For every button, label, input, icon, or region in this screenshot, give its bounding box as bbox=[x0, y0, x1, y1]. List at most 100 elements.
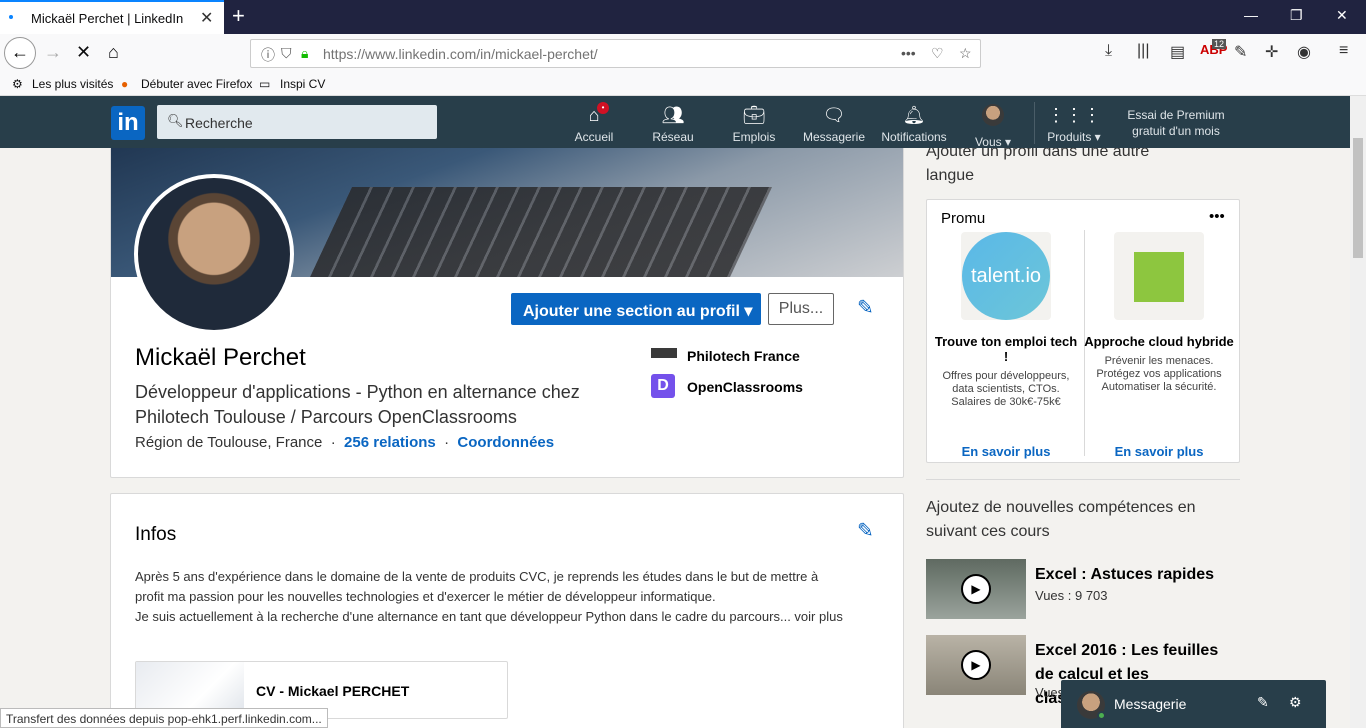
page-actions-icon[interactable]: ••• bbox=[901, 45, 916, 61]
relations-link[interactable]: 256 relations bbox=[344, 434, 436, 451]
pocket-icon[interactable]: ♡ bbox=[931, 45, 944, 62]
window-close-icon[interactable]: ✕ bbox=[1336, 7, 1348, 24]
nav-jobs[interactable]: 💼︎ Emplois bbox=[726, 104, 782, 144]
promoted-ads-card: Promu ••• talent.io Trouve ton emploi te… bbox=[926, 199, 1240, 463]
loading-indicator-icon bbox=[9, 15, 13, 19]
folder-icon: ▭ bbox=[259, 77, 271, 91]
ad-learn-more-link[interactable]: En savoir plus bbox=[931, 444, 1081, 459]
nav-messaging[interactable]: 🗨︎ Messagerie bbox=[800, 104, 868, 144]
nav-products[interactable]: ⋮⋮⋮ Produits ▾ bbox=[1040, 104, 1108, 144]
bookmarks-bar: ⚙ Les plus visités ● Débuter avec Firefo… bbox=[0, 72, 1366, 96]
premium-trial-link[interactable]: Essai de Premium gratuit d'un mois bbox=[1126, 107, 1226, 139]
nav-network[interactable]: 👥︎ Réseau bbox=[646, 104, 700, 144]
info-icon[interactable]: ⓘ bbox=[261, 45, 275, 65]
search-icon: 🔍︎ bbox=[167, 113, 184, 128]
gear-icon: ⚙ bbox=[12, 77, 23, 91]
edit-about-icon[interactable]: ✎ bbox=[857, 518, 874, 543]
settings-gear-icon[interactable]: ⚙ bbox=[1289, 694, 1302, 711]
nav-divider bbox=[1034, 102, 1035, 144]
org-openclassrooms[interactable]: OpenClassrooms bbox=[687, 379, 803, 395]
search-input[interactable]: 🔍︎ Recherche bbox=[157, 105, 437, 139]
course-views: Vues bbox=[1035, 685, 1065, 700]
grid-icon: ⋮⋮⋮ bbox=[1047, 105, 1101, 125]
caret-down-icon: ▾ bbox=[744, 303, 753, 320]
profile-headline: Développeur d'applications - Python en a… bbox=[135, 382, 580, 427]
add-profile-section-button[interactable]: Ajouter une section au profil ▾ bbox=[511, 293, 761, 325]
openclassrooms-logo: D bbox=[651, 374, 675, 398]
see-more-link[interactable]: ... voir plus bbox=[780, 609, 843, 624]
url-text[interactable]: https://www.linkedin.com/in/mickael-perc… bbox=[323, 46, 598, 62]
notification-dot: • bbox=[597, 102, 609, 114]
minimize-icon[interactable]: — bbox=[1244, 7, 1258, 23]
nav-me[interactable]: Vous ▾ bbox=[968, 104, 1018, 149]
courses-heading: Ajoutez de nouvelles compétences en suiv… bbox=[926, 499, 1196, 540]
bookmark-star-icon[interactable]: ☆ bbox=[959, 45, 972, 62]
nav-notifications[interactable]: 🔔︎ Notifications bbox=[876, 104, 952, 144]
keyboard-image bbox=[310, 187, 772, 277]
course-title: Excel : Astuces rapides bbox=[1035, 566, 1215, 583]
edit-pencil-icon[interactable]: ✎ bbox=[857, 295, 874, 320]
adblock-count-badge: 12 bbox=[1212, 39, 1227, 49]
course-thumbnail: ▶ bbox=[926, 559, 1026, 619]
sidebar-icon[interactable]: ▤ bbox=[1170, 42, 1185, 62]
tab-title: Mickaël Perchet | LinkedIn bbox=[31, 11, 184, 26]
play-icon[interactable]: ▶ bbox=[961, 574, 991, 604]
contact-info-link[interactable]: Coordonnées bbox=[457, 434, 554, 451]
scrollbar-thumb[interactable] bbox=[1353, 138, 1363, 258]
restore-icon[interactable]: ❐ bbox=[1290, 7, 1303, 24]
home-icon: ⌂ bbox=[588, 105, 600, 125]
more-options-icon[interactable]: ••• bbox=[1209, 208, 1225, 225]
profile-location: Région de Toulouse, France bbox=[135, 434, 323, 451]
bookmark-inspi-cv[interactable]: Inspi CV bbox=[280, 77, 325, 91]
bell-icon: 🔔︎ bbox=[902, 105, 926, 125]
bookmark-firefox[interactable]: Débuter avec Firefox bbox=[141, 77, 252, 91]
profile-name: Mickaël Perchet bbox=[135, 344, 306, 371]
ad-learn-more-link[interactable]: En savoir plus bbox=[1084, 444, 1234, 459]
menu-icon[interactable]: ≡ bbox=[1339, 42, 1348, 60]
forward-icon[interactable]: → bbox=[44, 42, 62, 63]
cv-title: CV - Mickael PERCHET bbox=[256, 683, 410, 699]
course-item[interactable]: ▶ Excel : Astuces rapides Vues : 9 703 bbox=[926, 559, 1226, 621]
firefox-icon: ● bbox=[121, 77, 129, 91]
search-placeholder: Recherche bbox=[185, 115, 253, 131]
more-button[interactable]: Plus... bbox=[768, 293, 834, 325]
about-title: Infos bbox=[135, 524, 177, 545]
course-thumbnail: ▶ bbox=[926, 635, 1026, 695]
compose-icon[interactable]: ✎ bbox=[1257, 694, 1269, 711]
eyedropper-icon[interactable]: ✎ bbox=[1234, 42, 1247, 62]
play-icon[interactable]: ▶ bbox=[961, 650, 991, 680]
account-icon[interactable]: ◉ bbox=[1297, 42, 1311, 62]
address-bar[interactable]: ⓘ ⛉ 🔒︎ https://www.linkedin.com/in/micka… bbox=[250, 39, 981, 68]
linkedin-header: in 🔍︎ Recherche ⌂ Accueil • 👥︎ Réseau 💼︎… bbox=[0, 96, 1350, 149]
avatar bbox=[968, 104, 1018, 131]
about-section: Infos ✎ Après 5 ans d'expérience dans le… bbox=[110, 493, 904, 728]
stop-icon[interactable]: ✕ bbox=[76, 42, 91, 63]
ad-hybrid-cloud[interactable]: Approche cloud hybride Prévenir les mena… bbox=[1084, 232, 1234, 459]
browser-tab-bar: Mickaël Perchet | LinkedIn ✕ + — ❐ ✕ bbox=[0, 0, 1366, 34]
downloads-icon[interactable]: ⤓ bbox=[1105, 42, 1112, 60]
lock-icon[interactable]: 🔒︎ bbox=[301, 45, 308, 62]
profile-photo[interactable] bbox=[134, 174, 294, 334]
linkedin-logo[interactable]: in bbox=[111, 106, 145, 140]
library-icon[interactable]: ||| bbox=[1137, 42, 1149, 60]
messaging-label: Messagerie bbox=[1114, 696, 1187, 712]
cloud-icon bbox=[1134, 252, 1184, 302]
home-icon[interactable]: ⌂ bbox=[108, 42, 119, 63]
bookmark-most-visited[interactable]: Les plus visités bbox=[32, 77, 113, 91]
browser-tab[interactable]: Mickaël Perchet | LinkedIn ✕ bbox=[0, 0, 224, 34]
nav-home[interactable]: ⌂ Accueil bbox=[568, 104, 620, 144]
messaging-icon: 🗨︎ bbox=[822, 105, 846, 125]
new-tab-icon[interactable]: + bbox=[232, 3, 245, 29]
philotech-logo bbox=[651, 348, 677, 358]
back-icon[interactable]: ← bbox=[4, 37, 36, 69]
tab-close-icon[interactable]: ✕ bbox=[200, 8, 213, 28]
network-icon: 👥︎ bbox=[661, 105, 685, 125]
shield-icon[interactable]: ⛉ bbox=[281, 45, 292, 62]
scrollbar[interactable] bbox=[1350, 96, 1366, 728]
profile-location-line: Région de Toulouse, France · 256 relatio… bbox=[135, 434, 555, 451]
messaging-bar[interactable]: Messagerie ✎ ⚙ bbox=[1061, 680, 1326, 728]
org-philotech[interactable]: Philotech France bbox=[687, 348, 800, 364]
move-icon[interactable]: ✛ bbox=[1265, 42, 1278, 62]
course-views: Vues : 9 703 bbox=[1035, 588, 1108, 603]
ad-talentio[interactable]: talent.io Trouve ton emploi tech ! Offre… bbox=[931, 232, 1081, 459]
